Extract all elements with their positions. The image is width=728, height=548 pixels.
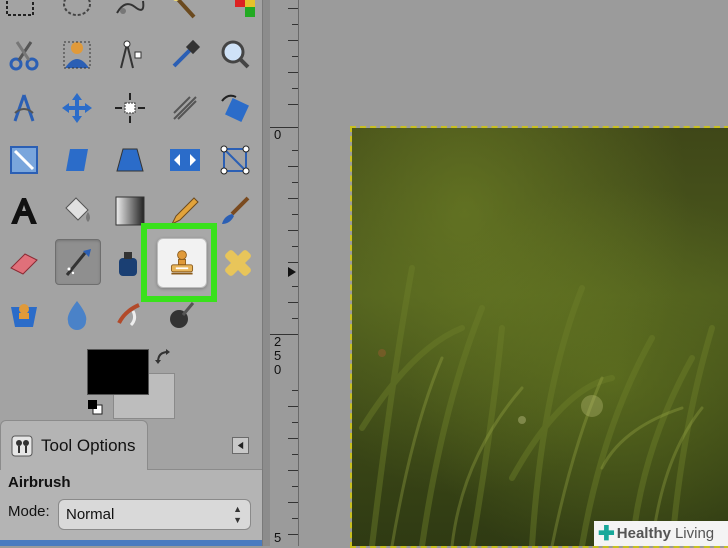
measure-icon[interactable] xyxy=(4,88,44,128)
plus-icon: ✚ xyxy=(598,522,615,545)
foreground-select-icon[interactable] xyxy=(57,35,97,75)
watermark-brand-rest: Living xyxy=(674,525,715,542)
tool-options-icon xyxy=(11,435,33,456)
mode-label: Mode: xyxy=(8,503,50,520)
ruler-label: 5 xyxy=(274,348,282,363)
rotate-icon[interactable] xyxy=(215,88,255,128)
rect-select-icon[interactable] xyxy=(0,0,40,26)
by-color-select-icon[interactable] xyxy=(222,0,262,26)
ellipse-select-icon[interactable] xyxy=(57,0,97,26)
opacity-slider[interactable] xyxy=(0,540,262,546)
scissors-select-icon[interactable] xyxy=(4,35,44,75)
move-icon[interactable] xyxy=(57,88,97,128)
align-icon[interactable] xyxy=(110,88,150,128)
tab-label: Tool Options xyxy=(41,435,136,455)
triangle-left-icon xyxy=(237,441,244,450)
ruler-pointer-icon xyxy=(288,267,296,277)
cage-icon[interactable] xyxy=(215,140,255,180)
color-picker-icon[interactable] xyxy=(165,35,205,75)
free-select-icon[interactable] xyxy=(110,0,150,26)
watermark-brand-bold: Healthy xyxy=(616,525,671,542)
scale-icon[interactable] xyxy=(4,140,44,180)
tab-tool-options[interactable]: Tool Options xyxy=(0,420,148,470)
shear-icon[interactable] xyxy=(57,140,97,180)
flip-icon[interactable] xyxy=(165,140,205,180)
blur-icon[interactable] xyxy=(57,294,97,334)
mode-select[interactable]: Normal ▲ ▼ xyxy=(58,499,251,530)
selection-marquee xyxy=(350,126,728,548)
ruler-label: 0 xyxy=(274,127,282,142)
ruler-label: 5 xyxy=(274,530,282,545)
watermark-logo: ✚ Healthy Living xyxy=(594,521,728,546)
paths-icon[interactable] xyxy=(110,35,150,75)
clone-tool-button[interactable] xyxy=(157,238,207,288)
perspective-clone-icon[interactable] xyxy=(4,294,44,334)
heal-icon[interactable] xyxy=(218,243,258,283)
zoom-icon[interactable] xyxy=(215,35,255,75)
fuzzy-select-icon[interactable] xyxy=(165,0,205,26)
clone-icon xyxy=(170,250,194,275)
bucket-fill-icon[interactable] xyxy=(57,191,97,231)
toolbox-panel: Tool Options Airbrush Mode: Normal ▲ ▼ xyxy=(0,0,262,546)
ruler-label: 2 xyxy=(274,334,282,349)
text-icon[interactable] xyxy=(4,191,44,231)
airbrush-icon[interactable] xyxy=(55,239,101,285)
mode-value: Normal xyxy=(66,506,115,523)
perspective-icon[interactable] xyxy=(110,140,150,180)
ruler-label: 0 xyxy=(274,362,282,377)
swap-colors-icon[interactable] xyxy=(154,348,174,368)
tool-name: Airbrush xyxy=(8,474,71,491)
panel-menu-button[interactable] xyxy=(232,437,249,454)
select-arrows-icon: ▲ ▼ xyxy=(233,504,242,525)
paintbrush-icon[interactable] xyxy=(215,191,255,231)
eraser-icon[interactable] xyxy=(4,243,44,283)
foreground-color-swatch[interactable] xyxy=(87,349,149,395)
crop-icon[interactable] xyxy=(165,88,205,128)
reset-colors-icon[interactable] xyxy=(86,398,106,418)
